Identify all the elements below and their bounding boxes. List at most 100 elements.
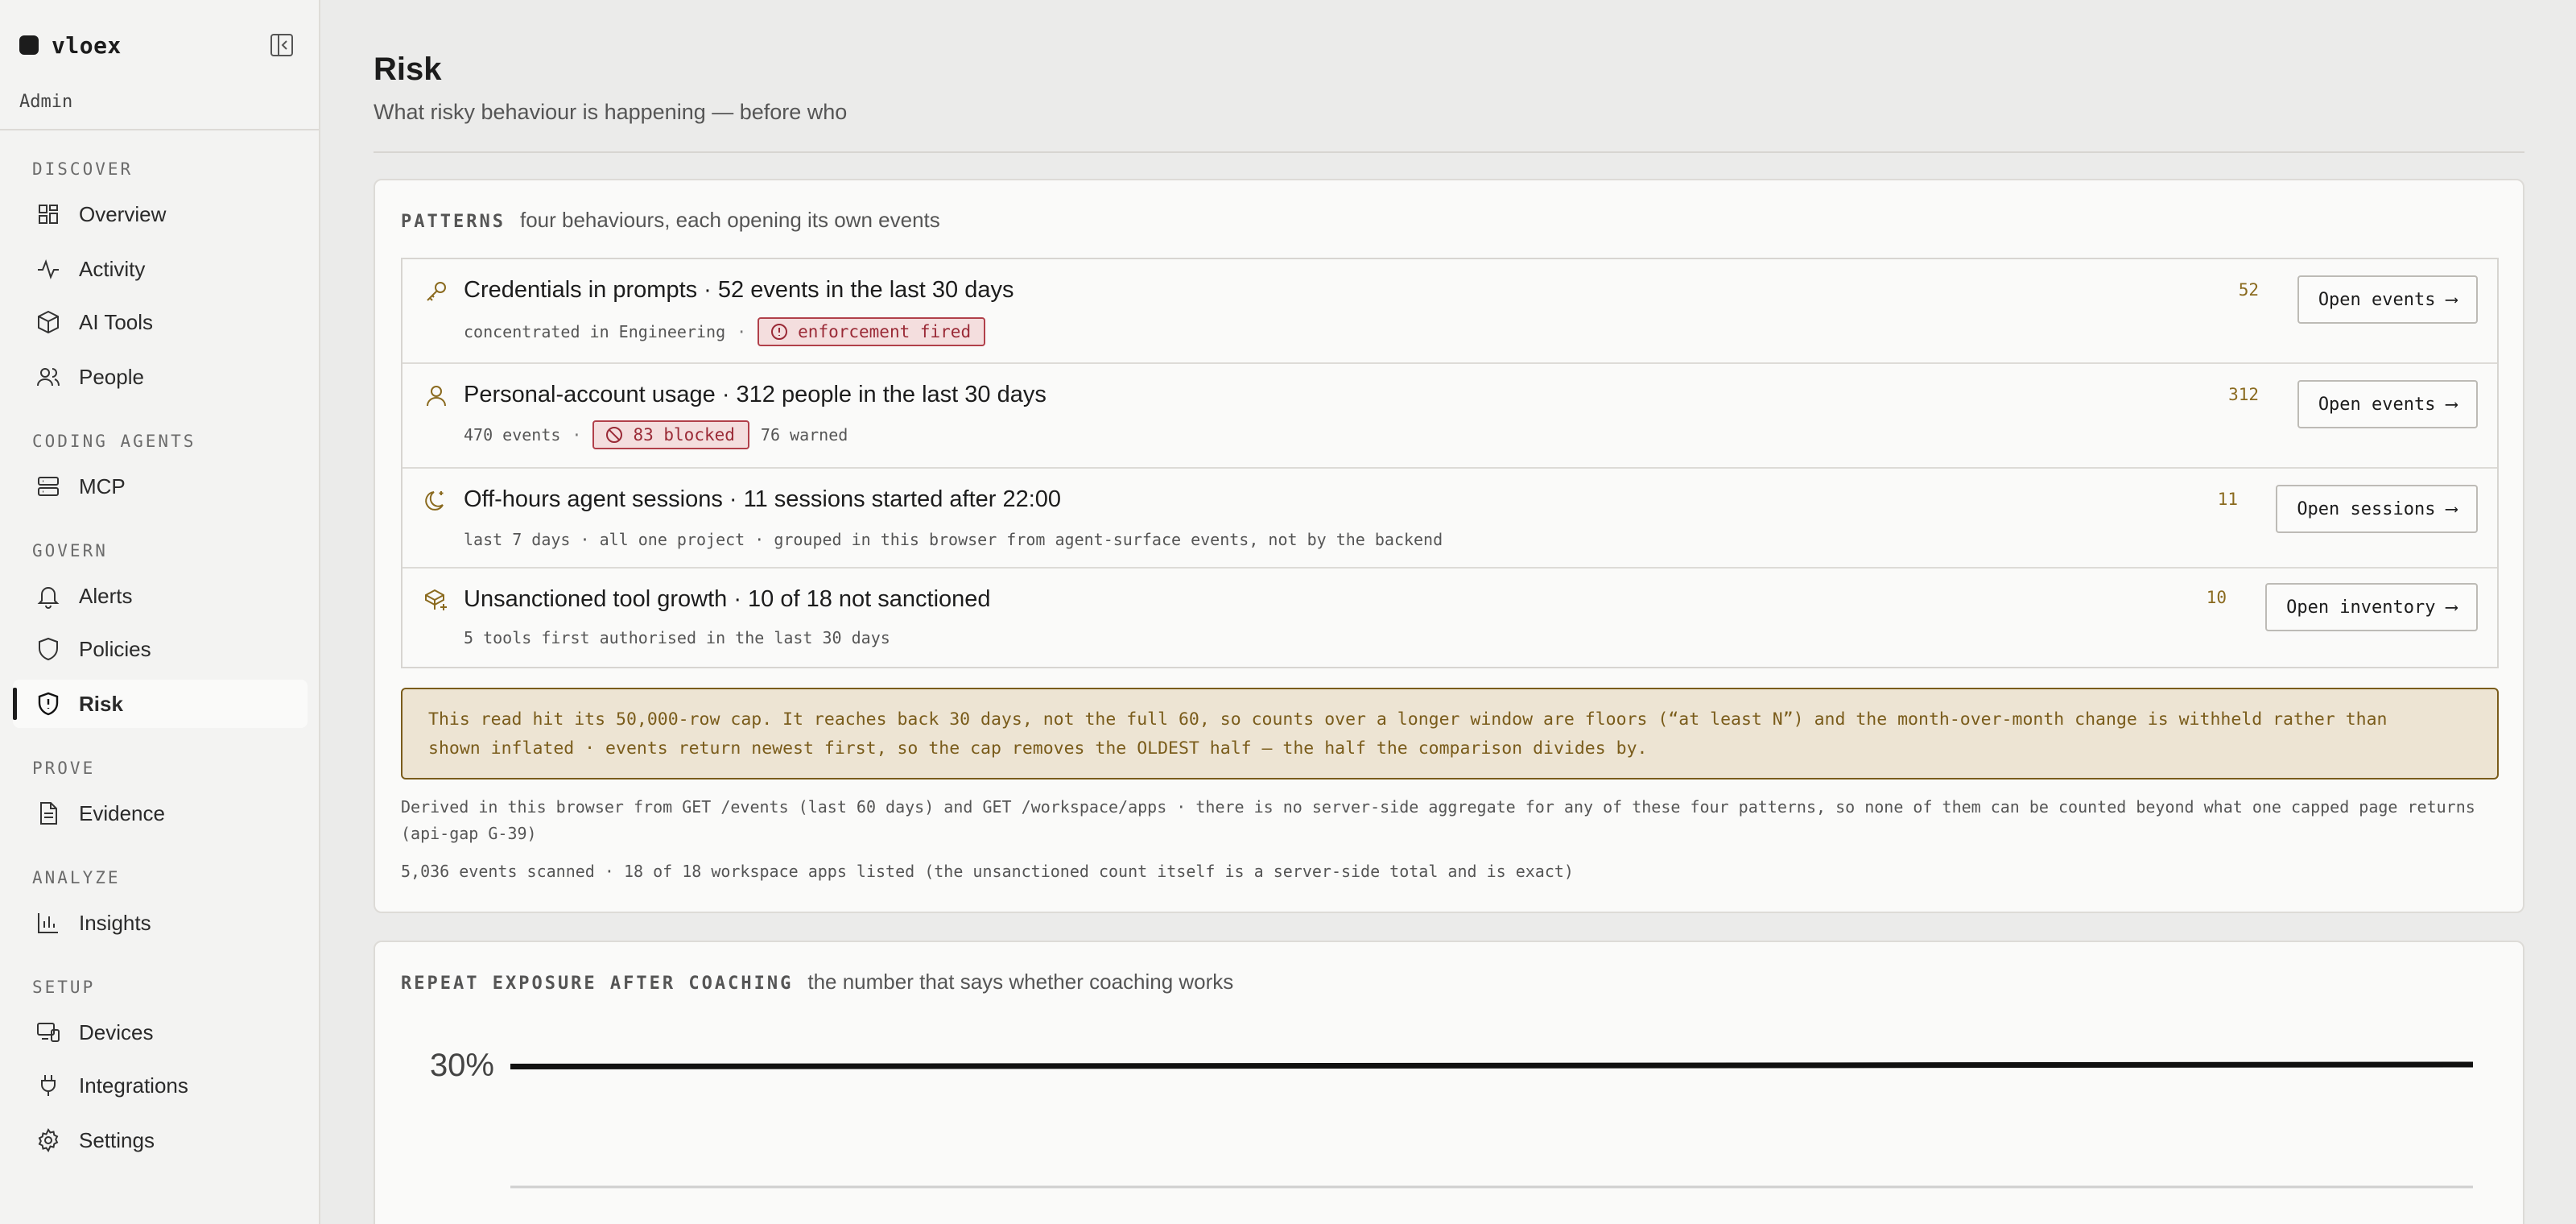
sidebar-item-label: Alerts <box>79 583 133 608</box>
pattern-count: 312 <box>2228 385 2259 404</box>
sidebar-item-policies[interactable]: Policies <box>13 625 308 673</box>
page-subtitle: What risky behaviour is happening — befo… <box>374 100 848 124</box>
sidebar-item-activity[interactable]: Activity <box>13 245 308 293</box>
pattern-title: Credentials in prompts · 52 events in th… <box>464 277 1014 303</box>
badge-label: 83 blocked <box>633 425 735 445</box>
section-label-govern: GOVERN <box>32 541 108 560</box>
pattern-row-off-hours: Off-hours agent sessions · 11 sessions s… <box>402 469 2497 569</box>
sidebar: vloex Admin DISCOVER Overview Activity A… <box>0 0 320 1224</box>
moon-icon <box>425 491 444 511</box>
sidebar-item-devices[interactable]: Devices <box>13 1008 308 1057</box>
pattern-count: 52 <box>2238 280 2259 300</box>
ban-icon <box>606 427 623 443</box>
sidebar-item-label: Policies <box>79 636 151 661</box>
sidebar-item-integrations[interactable]: Integrations <box>13 1061 308 1110</box>
sidebar-item-label: People <box>79 364 144 389</box>
bar-chart-icon <box>38 913 58 933</box>
role-label: Admin <box>19 92 73 112</box>
box-icon <box>38 310 59 334</box>
sidebar-item-mcp[interactable]: MCP <box>13 462 308 511</box>
sidebar-item-label: Activity <box>79 256 146 281</box>
grid-icon <box>39 205 58 224</box>
enforcement-badge: enforcement fired <box>758 317 986 346</box>
open-events-button[interactable]: Open events ⟶ <box>2297 275 2478 324</box>
derived-note: Derived in this browser from GET /events… <box>401 797 2475 843</box>
patterns-header: PATTERNS four behaviours, each opening i… <box>401 208 940 233</box>
pattern-meta: 470 events · 83 blocked 76 warned <box>464 420 848 449</box>
section-label-discover: DISCOVER <box>32 159 134 179</box>
section-label-analyze: ANALYZE <box>32 868 121 887</box>
package-plus-icon <box>425 589 447 610</box>
sidebar-item-label: Settings <box>79 1127 155 1152</box>
warning-line: shown inflated · events return newest fi… <box>428 738 1648 759</box>
sidebar-item-settings[interactable]: Settings <box>13 1116 308 1164</box>
sidebar-item-label: Risk <box>79 691 123 716</box>
scan-note: 5,036 events scanned · 18 of 18 workspac… <box>401 862 1574 881</box>
logo-icon <box>19 35 39 55</box>
pattern-title: Off-hours agent sessions · 11 sessions s… <box>464 486 1062 512</box>
brand[interactable]: vloex <box>19 31 122 60</box>
pattern-title: Personal-account usage · 312 people in t… <box>464 382 1046 407</box>
pattern-row-credentials: Credentials in prompts · 52 events in th… <box>402 259 2497 364</box>
sidebar-item-label: Integrations <box>79 1073 188 1098</box>
patterns-card: PATTERNS four behaviours, each opening i… <box>374 179 2524 913</box>
sidebar-item-label: Overview <box>79 201 167 226</box>
section-label-coding-agents: CODING AGENTS <box>32 432 196 451</box>
pattern-meta: last 7 days · all one project · grouped … <box>464 530 1443 549</box>
pattern-meta: 5 tools first authorised in the last 30 … <box>464 628 890 647</box>
section-label-setup: SETUP <box>32 978 96 997</box>
repeat-exposure-card: REPEAT EXPOSURE AFTER COACHING the numbe… <box>374 941 2524 1224</box>
repeat-exposure-chart: 30% <box>430 1048 2474 1189</box>
open-sessions-button[interactable]: Open sessions ⟶ <box>2276 485 2478 533</box>
y-tick-label: 30% <box>430 1048 494 1083</box>
open-inventory-button[interactable]: Open inventory ⟶ <box>2265 583 2478 631</box>
blocked-badge: 83 blocked <box>592 420 749 449</box>
pattern-meta-text: concentrated in Engineering <box>464 322 726 341</box>
pattern-meta-warned: 76 warned <box>760 425 848 445</box>
pattern-meta: concentrated in Engineering · enforcemen… <box>464 317 986 346</box>
patterns-heading: PATTERNS <box>401 212 506 232</box>
series-line-0 <box>510 1061 2474 1070</box>
sidebar-divider <box>0 129 319 130</box>
sidebar-item-label: AI Tools <box>79 309 154 334</box>
sidebar-item-overview[interactable]: Overview <box>13 190 308 238</box>
pattern-count: 10 <box>2206 588 2227 607</box>
collapse-sidebar-icon[interactable] <box>269 32 295 58</box>
pattern-meta-text: 470 events <box>464 425 561 445</box>
devices-icon <box>37 1023 60 1042</box>
sidebar-item-label: Devices <box>79 1019 154 1044</box>
alert-circle-icon <box>771 324 788 340</box>
sidebar-item-insights[interactable]: Insights <box>13 899 308 947</box>
warning-line: This read hit its 50,000-row cap. It rea… <box>428 709 2388 730</box>
sidebar-item-evidence[interactable]: Evidence <box>13 789 308 837</box>
gear-icon <box>38 1128 59 1152</box>
page-title: Risk <box>374 52 442 87</box>
sidebar-item-risk[interactable]: Risk <box>13 680 308 728</box>
row-cap-warning: This read hit its 50,000-row cap. It rea… <box>401 688 2499 779</box>
key-icon <box>427 282 446 301</box>
section-label-prove: PROVE <box>32 759 96 778</box>
pattern-title: Unsanctioned tool growth · 10 of 18 not … <box>464 586 991 612</box>
bell-icon <box>37 587 60 609</box>
shield-alert-icon <box>38 692 59 716</box>
user-icon <box>427 386 446 407</box>
file-icon <box>40 802 57 825</box>
users-icon <box>37 368 60 387</box>
plug-icon <box>41 1075 56 1096</box>
shield-icon <box>39 637 58 661</box>
pattern-row-unsanctioned: Unsanctioned tool growth · 10 of 18 not … <box>402 569 2497 667</box>
patterns-list: Credentials in prompts · 52 events in th… <box>401 258 2499 668</box>
activity-icon <box>38 259 59 279</box>
sidebar-item-label: MCP <box>79 473 126 498</box>
sidebar-item-ai-tools[interactable]: AI Tools <box>13 298 308 346</box>
patterns-description: four behaviours, each opening its own ev… <box>519 208 940 232</box>
pattern-count: 11 <box>2217 490 2238 509</box>
app-name: vloex <box>52 31 122 59</box>
sidebar-item-alerts[interactable]: Alerts <box>13 572 308 620</box>
header-divider <box>374 151 2524 153</box>
sidebar-item-people[interactable]: People <box>13 353 308 401</box>
badge-label: enforcement fired <box>798 322 972 341</box>
server-icon <box>38 477 59 496</box>
sidebar-item-label: Evidence <box>79 800 165 825</box>
open-events-button[interactable]: Open events ⟶ <box>2297 380 2478 428</box>
